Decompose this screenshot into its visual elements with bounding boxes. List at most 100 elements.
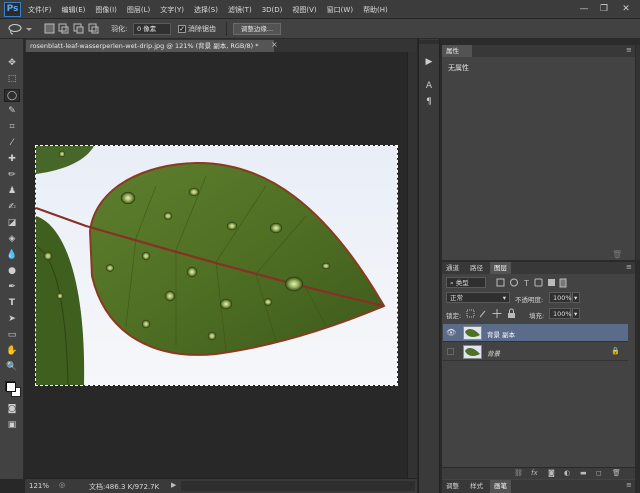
menu-type[interactable]: 文字(Y) [160, 5, 184, 15]
zoom-tool-icon[interactable]: 🔍 [4, 361, 20, 374]
link-layers-icon[interactable]: ⛓ [514, 469, 523, 477]
options-bar: 羽化: 0 像素 ✓ 消除锯齿 调整边缘... [0, 19, 640, 39]
quick-select-tool-icon[interactable]: ✎ [4, 105, 20, 118]
eyedropper-tool-icon[interactable]: ⁄ [4, 137, 20, 150]
canvas-vertical-scrollbar[interactable] [407, 52, 417, 478]
layer-filter-icons[interactable]: T [496, 277, 576, 288]
close-window-button[interactable]: ✕ [620, 3, 632, 15]
layers-footer: ⛓ fx ◙ ◐ ▬ ◻ 🗑 [442, 467, 635, 479]
svg-text:T: T [523, 279, 529, 288]
antialias-checkbox[interactable]: ✓ [178, 25, 186, 33]
tab-brushes[interactable]: 画笔 [490, 480, 511, 493]
no-properties-text: 无属性 [448, 64, 469, 72]
close-document-icon[interactable]: × [271, 40, 278, 49]
eye-icon[interactable]: 👁 [446, 328, 456, 337]
zoom-level[interactable]: 121% [29, 482, 49, 490]
fx-icon[interactable]: fx [531, 469, 538, 477]
marquee-tool-icon[interactable]: ⬚ [4, 73, 20, 86]
restore-button[interactable]: ❐ [598, 3, 610, 15]
new-layer-icon[interactable]: ◻ [596, 469, 602, 477]
play-action-icon[interactable]: ▶ [423, 56, 435, 69]
hand-tool-icon[interactable]: ✋ [4, 345, 20, 358]
document-tab[interactable]: rosenblatt-leaf-wasserperlen-wet-drip.jp… [26, 40, 274, 52]
brush-tool-icon[interactable]: ✏ [4, 169, 20, 182]
menu-help[interactable]: 帮助(H) [363, 5, 388, 15]
menu-edit[interactable]: 编辑(E) [62, 5, 86, 15]
blend-mode-value: 正常 [450, 294, 463, 302]
lock-icons[interactable] [466, 308, 520, 319]
layer-name[interactable]: 背景 副本 [487, 329, 515, 339]
menu-select[interactable]: 选择(S) [194, 5, 218, 15]
paragraph-panel-icon[interactable]: ¶ [423, 96, 435, 109]
strip-header [419, 40, 439, 44]
layer-row-background-copy[interactable]: 👁 背景 副本 [443, 324, 628, 342]
properties-panel [442, 45, 635, 260]
blend-mode-select[interactable]: 正常 ▾ [446, 292, 510, 303]
adjustment-layer-icon[interactable]: ◐ [564, 469, 570, 477]
fill-input[interactable]: 100% [549, 308, 572, 319]
visibility-off-box[interactable] [447, 348, 454, 355]
properties-tabbar [472, 45, 635, 57]
tab-layers[interactable]: 图层 [490, 262, 511, 274]
layer-thumbnail [463, 345, 482, 359]
move-tool-icon[interactable]: ✥ [4, 57, 20, 70]
layers-menu-icon[interactable]: ≡ [626, 263, 632, 271]
document-size: 文档:486.3 K/972.7K [89, 483, 160, 491]
path-selection-tool-icon[interactable]: ➤ [4, 313, 20, 326]
status-menu-arrow-icon[interactable]: ▶ [171, 481, 176, 489]
properties-scrollbar[interactable] [636, 45, 640, 260]
feather-input[interactable]: 0 像素 [133, 23, 171, 35]
minimize-button[interactable]: — [578, 3, 590, 15]
fill-dropdown-icon[interactable]: ▾ [572, 308, 580, 319]
menu-layer[interactable]: 图层(L) [127, 5, 150, 15]
blur-tool-icon[interactable]: 💧 [4, 249, 20, 262]
pen-tool-icon[interactable]: ✒ [4, 281, 20, 294]
selection-mode-icons[interactable] [44, 23, 102, 35]
menu-3d[interactable]: 3D(D) [262, 6, 283, 14]
tab-channels[interactable]: 通道 [442, 262, 463, 274]
history-brush-tool-icon[interactable]: ✍ [4, 201, 20, 214]
menu-filter[interactable]: 滤镜(T) [228, 5, 252, 15]
layer-filter-select[interactable]: ⌕ 类型 [446, 277, 486, 288]
character-panel-icon[interactable]: A [423, 80, 435, 93]
screen-mode-icon[interactable]: ▣ [4, 419, 20, 432]
menu-file[interactable]: 文件(F) [28, 5, 52, 15]
lasso-tool-icon[interactable]: ◯ [4, 89, 20, 102]
add-mask-icon[interactable]: ◙ [548, 469, 555, 477]
status-info-icon[interactable]: ◎ [59, 481, 65, 489]
type-tool-icon[interactable]: T [4, 297, 20, 310]
delete-layer-icon[interactable]: 🗑 [612, 469, 621, 477]
tab-paths[interactable]: 路径 [466, 262, 487, 274]
properties-trash-icon[interactable]: 🗑 [612, 250, 622, 259]
eraser-tool-icon[interactable]: ◪ [4, 217, 20, 230]
refine-edge-button[interactable]: 调整边缘... [233, 23, 281, 35]
lasso-preset-icon[interactable] [6, 22, 34, 36]
menu-window[interactable]: 窗口(W) [327, 5, 353, 15]
dodge-tool-icon[interactable]: ● [4, 265, 20, 278]
shape-tool-icon[interactable]: ▭ [4, 329, 20, 342]
horizontal-scrollbar[interactable] [181, 481, 415, 491]
properties-tab[interactable]: 属性 [442, 45, 472, 57]
layer-row-background[interactable]: 背景 🔒 [443, 343, 628, 361]
opacity-input[interactable]: 100% [549, 292, 572, 303]
foreground-color-swatch-front[interactable] [6, 382, 16, 392]
lock-icon: 🔒 [611, 347, 620, 355]
divider [226, 22, 227, 36]
photoshop-logo: Ps [4, 2, 21, 17]
tab-adjustments[interactable]: 调整 [442, 480, 463, 493]
crop-tool-icon[interactable]: ⌗ [4, 121, 20, 134]
paint-bucket-tool-icon[interactable]: ◈ [4, 233, 20, 246]
menu-view[interactable]: 视图(V) [292, 5, 316, 15]
clone-stamp-tool-icon[interactable]: ♟ [4, 185, 20, 198]
new-group-icon[interactable]: ▬ [580, 469, 587, 477]
layer-name[interactable]: 背景 [487, 348, 500, 358]
bottom-menu-icon[interactable]: ≡ [626, 481, 632, 489]
properties-menu-icon[interactable]: ≡ [626, 46, 632, 54]
layer-thumbnail [463, 326, 482, 340]
healing-brush-tool-icon[interactable]: ✚ [4, 153, 20, 166]
menu-image[interactable]: 图像(I) [95, 5, 117, 15]
quick-mask-icon[interactable]: ◙ [4, 403, 20, 416]
tab-styles[interactable]: 样式 [466, 480, 487, 493]
status-bar: 121% ◎ 文档:486.3 K/972.7K ▶ [25, 478, 417, 493]
opacity-dropdown-icon[interactable]: ▾ [572, 292, 580, 303]
